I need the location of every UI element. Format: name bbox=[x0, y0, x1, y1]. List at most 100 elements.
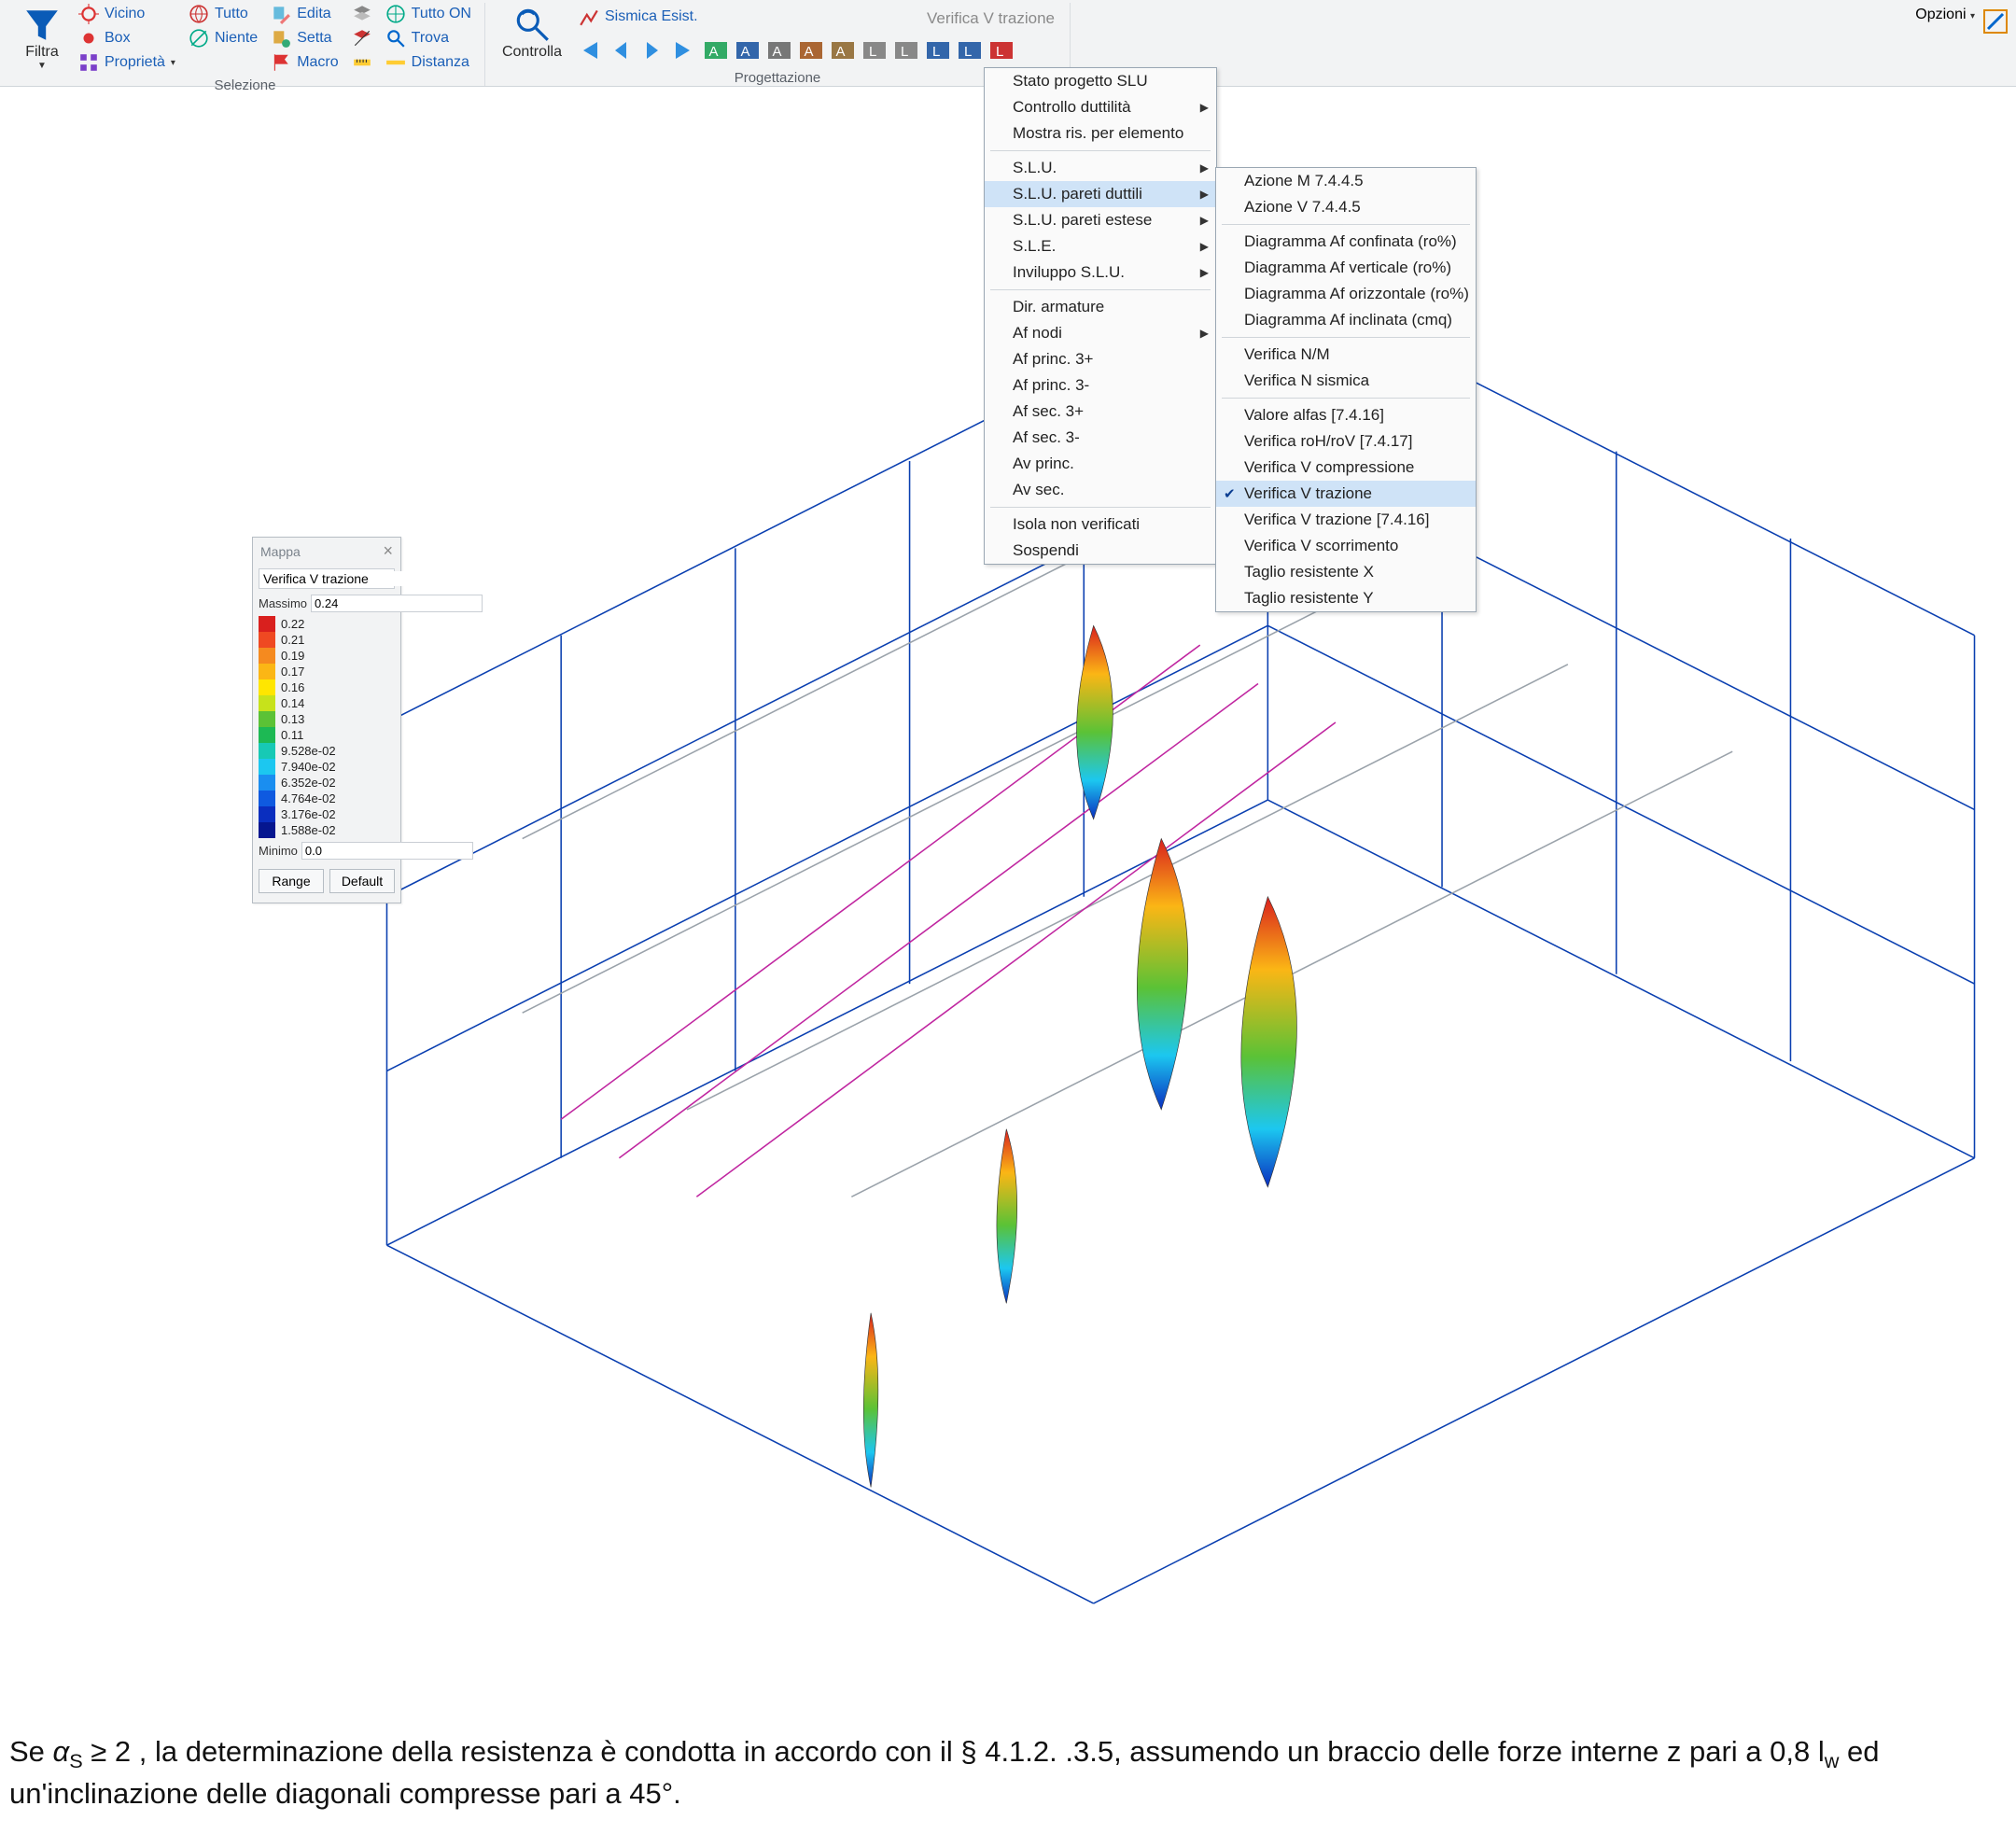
box-icon bbox=[78, 28, 99, 49]
macro-button[interactable]: Macro bbox=[267, 51, 342, 74]
layers-icon bbox=[352, 4, 372, 24]
color-scale-bar bbox=[259, 616, 275, 838]
flag-icon bbox=[271, 52, 291, 73]
menu-item[interactable]: Inviluppo S.L.U. bbox=[985, 259, 1216, 286]
group-label-progettazione: Progettazione bbox=[495, 66, 1060, 86]
tutto-on-button[interactable]: Tutto ON bbox=[382, 3, 475, 25]
proprieta-button[interactable]: Proprietà▾ bbox=[75, 51, 179, 74]
menu-item[interactable]: Diagramma Af inclinata (cmq) bbox=[1216, 307, 1476, 333]
ribbon-group-selezione: Filtra ▼ Vicino Box Proprietà▾ Tutto Nie… bbox=[6, 3, 485, 86]
mode-dropdown[interactable]: Verifica V trazione bbox=[921, 7, 1060, 30]
menu-item[interactable]: Mostra ris. per elemento bbox=[985, 120, 1216, 147]
controlla-button[interactable]: Controlla bbox=[495, 3, 569, 66]
legend-mode-field[interactable] bbox=[259, 571, 436, 586]
menu-item[interactable]: Sospendi bbox=[985, 538, 1216, 564]
legend-title: Mappa bbox=[260, 544, 301, 559]
box-button[interactable]: Box bbox=[75, 27, 179, 49]
menu-item[interactable]: Av sec. bbox=[985, 477, 1216, 503]
menu-item[interactable]: S.L.U. pareti duttili bbox=[985, 181, 1216, 207]
menu-item[interactable]: Diagramma Af confinata (ro%) bbox=[1216, 229, 1476, 255]
menu-item[interactable]: Af nodi bbox=[985, 320, 1216, 346]
menu-item[interactable]: Diagramma Af verticale (ro%) bbox=[1216, 255, 1476, 281]
menu-item[interactable]: Isola non verificati bbox=[985, 511, 1216, 538]
mode-a3-icon[interactable]: A bbox=[765, 35, 793, 65]
filter-button[interactable]: Filtra ▼ bbox=[15, 3, 69, 74]
distance-icon bbox=[385, 52, 406, 73]
svg-text:L: L bbox=[964, 44, 972, 60]
context-menu-main[interactable]: Stato progetto SLUControllo duttilitàMos… bbox=[984, 67, 1217, 565]
vicino-button[interactable]: Vicino bbox=[75, 3, 179, 25]
layer-off-button[interactable] bbox=[348, 27, 376, 49]
menu-item[interactable]: Af sec. 3+ bbox=[985, 399, 1216, 425]
menu-item[interactable]: Af princ. 3- bbox=[985, 372, 1216, 399]
first-icon[interactable] bbox=[575, 35, 603, 65]
mode-l3-icon[interactable]: L bbox=[924, 35, 952, 65]
mode-l1-icon[interactable]: L bbox=[861, 35, 889, 65]
menu-item[interactable]: Azione M 7.4.4.5 bbox=[1216, 168, 1476, 194]
menu-item[interactable]: Verifica roH/roV [7.4.17] bbox=[1216, 428, 1476, 455]
menu-item[interactable]: Valore alfas [7.4.16] bbox=[1216, 402, 1476, 428]
menu-item[interactable]: Af princ. 3+ bbox=[985, 346, 1216, 372]
menu-item[interactable]: Verifica V trazione [7.4.16] bbox=[1216, 507, 1476, 533]
mode-a4-icon[interactable]: A bbox=[797, 35, 825, 65]
sismica-esist-button[interactable]: Sismica Esist. bbox=[575, 6, 702, 28]
mode-a1-icon[interactable]: A bbox=[702, 35, 730, 65]
layer-button[interactable] bbox=[348, 3, 376, 25]
setta-button[interactable]: Setta bbox=[267, 27, 342, 49]
legend-panel[interactable]: Mappa × Massimo 0.220.210.190.170.160.14… bbox=[252, 537, 401, 903]
menu-item[interactable]: S.L.U. pareti estese bbox=[985, 207, 1216, 233]
chevron-down-icon: ▾ bbox=[1970, 11, 1975, 21]
menu-item[interactable]: Taglio resistente X bbox=[1216, 559, 1476, 585]
color-scale-values: 0.220.210.190.170.160.140.130.119.528e-0… bbox=[275, 616, 336, 838]
menu-item[interactable]: Dir. armature bbox=[985, 294, 1216, 320]
globe-on-icon bbox=[385, 4, 406, 24]
menu-item[interactable]: Verifica V scorrimento bbox=[1216, 533, 1476, 559]
menu-item[interactable]: Verifica V compressione bbox=[1216, 455, 1476, 481]
ruler-button[interactable] bbox=[348, 51, 376, 74]
mode-l5-icon[interactable]: L bbox=[987, 35, 1015, 65]
massimo-input[interactable] bbox=[311, 595, 483, 612]
menu-item[interactable]: S.L.U. bbox=[985, 155, 1216, 181]
next-icon[interactable] bbox=[638, 35, 666, 65]
svg-text:A: A bbox=[741, 44, 750, 60]
edita-button[interactable]: Edita bbox=[267, 3, 342, 25]
context-submenu[interactable]: Azione M 7.4.4.5Azione V 7.4.4.5 Diagramm… bbox=[1215, 167, 1477, 612]
opzioni-button[interactable]: Opzioni ▾ bbox=[1915, 7, 1975, 23]
menu-item[interactable]: Controllo duttilità bbox=[985, 94, 1216, 120]
menu-item[interactable]: Taglio resistente Y bbox=[1216, 585, 1476, 611]
niente-button[interactable]: Niente bbox=[185, 27, 261, 49]
minimo-label: Minimo bbox=[259, 844, 298, 858]
svg-text:L: L bbox=[869, 44, 876, 60]
menu-item[interactable]: S.L.E. bbox=[985, 233, 1216, 259]
mode-l4-icon[interactable]: L bbox=[956, 35, 984, 65]
svg-text:L: L bbox=[932, 44, 940, 60]
diagnostics-icon[interactable] bbox=[1981, 7, 2010, 36]
tutto-button[interactable]: Tutto bbox=[185, 3, 261, 25]
mode-l2-icon[interactable]: L bbox=[892, 35, 920, 65]
menu-item[interactable]: ✔Verifica V trazione bbox=[1216, 481, 1476, 507]
minimo-input[interactable] bbox=[301, 842, 473, 860]
menu-item[interactable]: Stato progetto SLU bbox=[985, 68, 1216, 94]
last-icon[interactable] bbox=[670, 35, 698, 65]
mode-a5-icon[interactable]: A bbox=[829, 35, 857, 65]
ruler-icon bbox=[352, 52, 372, 73]
mode-a2-icon[interactable]: A bbox=[734, 35, 762, 65]
grid-icon bbox=[78, 52, 99, 73]
menu-item[interactable]: Verifica N sismica bbox=[1216, 368, 1476, 394]
trova-button[interactable]: Trova bbox=[382, 27, 475, 49]
svg-text:L: L bbox=[901, 44, 908, 60]
refresh-zoom-icon bbox=[512, 5, 552, 44]
menu-item[interactable]: Verifica N/M bbox=[1216, 342, 1476, 368]
distanza-button[interactable]: Distanza bbox=[382, 51, 475, 74]
default-button[interactable]: Default bbox=[329, 869, 395, 893]
close-icon[interactable]: × bbox=[383, 541, 393, 561]
menu-item[interactable]: Diagramma Af orizzontale (ro%) bbox=[1216, 281, 1476, 307]
prev-icon[interactable] bbox=[607, 35, 635, 65]
menu-item[interactable]: Azione V 7.4.4.5 bbox=[1216, 194, 1476, 220]
menu-item[interactable]: Af sec. 3- bbox=[985, 425, 1216, 451]
svg-text:A: A bbox=[836, 44, 846, 60]
range-button[interactable]: Range bbox=[259, 869, 324, 893]
group-label-selezione: Selezione bbox=[15, 74, 475, 93]
set-icon bbox=[271, 28, 291, 49]
menu-item[interactable]: Av princ. bbox=[985, 451, 1216, 477]
